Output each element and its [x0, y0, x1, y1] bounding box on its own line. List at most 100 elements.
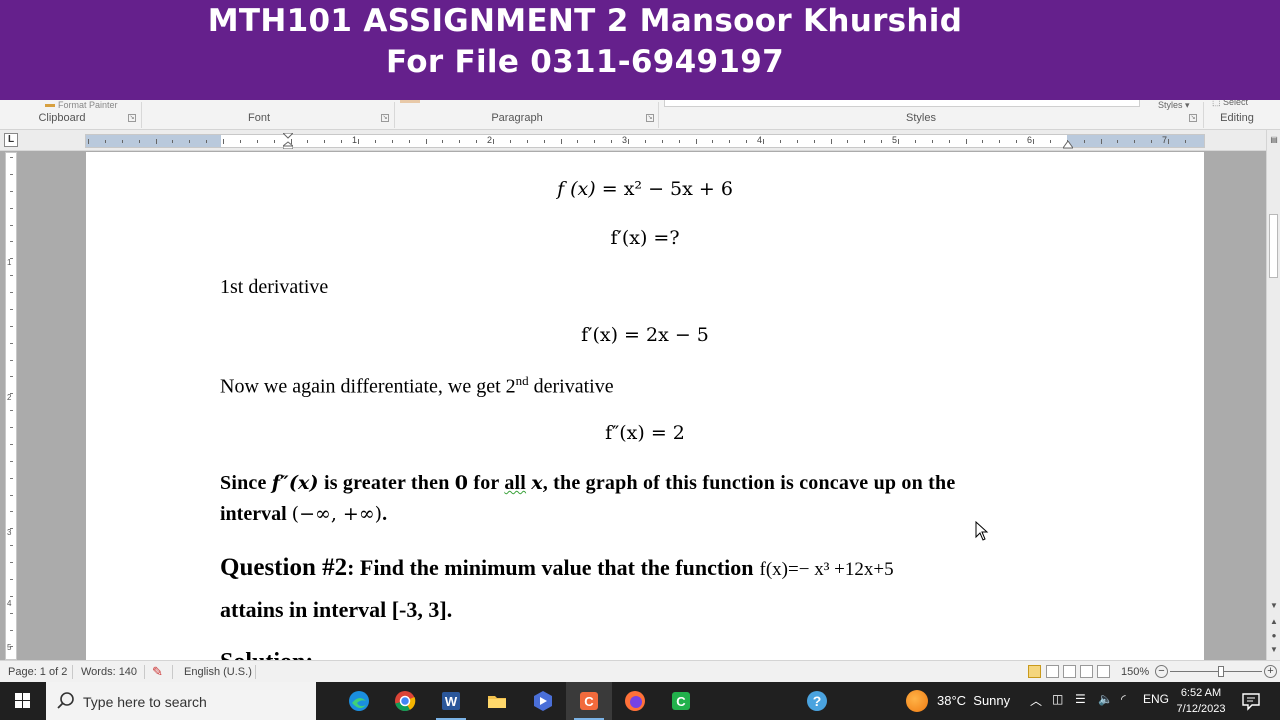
select-browse-object-icon[interactable]: ●: [1268, 630, 1280, 642]
ruler-tick: [560, 139, 562, 144]
windows-taskbar: Type here to search W C C ? 38°C Sunny ︿…: [0, 682, 1280, 720]
vruler-tick: [10, 545, 13, 547]
network-icon[interactable]: ☰: [1075, 692, 1086, 706]
word-count[interactable]: Words: 140: [81, 666, 137, 678]
zoom-in-icon[interactable]: +: [1264, 665, 1277, 678]
question-function: f(x)=− x³ +12x+5: [759, 559, 894, 580]
taskbar-file-explorer[interactable]: [474, 682, 520, 720]
clipboard-launcher-icon[interactable]: ↘: [128, 114, 136, 122]
volume-icon[interactable]: 🔈: [1098, 692, 1113, 706]
vruler-number: 3: [7, 528, 12, 537]
taskbar-help[interactable]: ?: [794, 682, 840, 720]
notification-center-icon[interactable]: [1240, 691, 1262, 711]
mouse-cursor-icon: [975, 521, 989, 541]
ruler-number: 4: [757, 135, 763, 145]
ruler-tick: [509, 140, 511, 143]
vruler-tick: [10, 443, 13, 445]
status-divider: [172, 665, 173, 679]
equation-rhs: = x² − 5x + 6: [601, 178, 733, 200]
outline-view-button[interactable]: [1080, 665, 1093, 678]
draft-view-button[interactable]: [1097, 665, 1110, 678]
next-page-icon[interactable]: ▼: [1268, 644, 1280, 656]
first-line-indent-marker[interactable]: [283, 133, 293, 149]
page-count[interactable]: Page: 1 of 2: [8, 666, 67, 678]
spellcheck-word-all[interactable]: all: [504, 472, 526, 494]
zoom-slider-track[interactable]: [1170, 671, 1262, 672]
show-hidden-icons-chevron-icon[interactable]: ︿: [1030, 692, 1042, 709]
ruler-tick: [830, 139, 832, 144]
styles-launcher-icon[interactable]: ↘: [1189, 114, 1197, 122]
vertical-scrollbar[interactable]: ▤ ▼ ▲ ● ▼: [1266, 130, 1280, 660]
text-span: , the graph of this function is concave …: [542, 472, 956, 494]
ruler-tick: [138, 140, 140, 143]
clock-date: 7/12/2023: [1176, 703, 1226, 715]
windows-start-icon[interactable]: [0, 682, 46, 720]
taskbar-search-box[interactable]: Type here to search: [46, 682, 316, 720]
taskbar-editor[interactable]: C: [658, 682, 704, 720]
change-styles-button[interactable]: Styles ▾: [1158, 100, 1190, 111]
vruler-tick: [10, 157, 13, 158]
vruler-tick: [10, 325, 13, 327]
taskbar-app-blue[interactable]: [520, 682, 566, 720]
scrollbar-thumb[interactable]: [1269, 214, 1278, 278]
taskbar-word[interactable]: W: [428, 682, 474, 720]
status-divider: [255, 665, 256, 679]
zoom-level[interactable]: 150%: [1121, 666, 1149, 678]
vruler-tick: [10, 511, 13, 513]
question-label: Question #2: [220, 554, 348, 581]
weather-widget[interactable]: 38°C Sunny: [937, 693, 1010, 708]
sun-icon[interactable]: [906, 690, 928, 712]
ruler-tick: [864, 140, 866, 143]
f-double-prime: f″(x): [271, 472, 319, 494]
question-2-line-2: attains in interval [-3, 3].: [220, 597, 453, 622]
ruler-tick: [273, 140, 275, 143]
ruler-tick: [1134, 140, 1136, 143]
ruler-tick: [88, 139, 89, 144]
taskbar-chrome[interactable]: [382, 682, 428, 720]
vruler-tick: [10, 241, 13, 243]
vertical-ruler[interactable]: 1 2 3 4 5: [5, 152, 17, 660]
paragraph-launcher-icon[interactable]: ↘: [646, 114, 654, 122]
scroll-down-arrow-icon[interactable]: ▼: [1268, 600, 1280, 612]
ruler-tick: [813, 140, 815, 143]
equation-f-prime-question: f′(x) =?: [610, 227, 680, 249]
taskbar-edge[interactable]: [336, 682, 382, 720]
view-ruler-icon[interactable]: ▤: [1268, 134, 1280, 146]
wifi-icon[interactable]: ◜: [1121, 692, 1126, 706]
camera-icon[interactable]: ◫: [1052, 692, 1063, 706]
full-screen-reading-view-button[interactable]: [1046, 665, 1059, 678]
ruler-tick: [341, 140, 343, 143]
zoom-slider-thumb[interactable]: [1218, 666, 1224, 677]
format-painter-label: Format Painter: [58, 100, 118, 110]
horizontal-ruler[interactable]: 1 2 3 4 5 6 7: [85, 133, 1205, 149]
format-painter-button[interactable]: Format Painter: [45, 100, 118, 110]
system-clock[interactable]: 6:52 AM 7/12/2023: [1170, 685, 1232, 717]
ruler-tick: [931, 140, 933, 143]
ruler-tick: [881, 140, 883, 143]
web-layout-view-button[interactable]: [1063, 665, 1076, 678]
ruler-tick: [644, 140, 646, 143]
document-page[interactable]: f (x) = x² − 5x + 6 f′(x) =? 1st derivat…: [86, 152, 1204, 660]
right-indent-marker[interactable]: [1063, 141, 1073, 149]
ruler-tick: [223, 139, 224, 144]
screen: MTH101 ASSIGNMENT 2 Mansoor Khurshid For…: [0, 0, 1280, 720]
ruler-tick: [729, 140, 731, 143]
styles-gallery[interactable]: [664, 100, 1140, 107]
previous-page-icon[interactable]: ▲: [1268, 616, 1280, 628]
print-layout-view-button[interactable]: [1028, 665, 1041, 678]
input-language[interactable]: ENG: [1143, 692, 1169, 706]
taskbar-firefox[interactable]: [612, 682, 658, 720]
language-indicator[interactable]: English (U.S.): [184, 666, 252, 678]
tab-selector-button[interactable]: L: [4, 133, 18, 147]
ruler-tick: [493, 139, 494, 144]
ruler-tick: [358, 139, 359, 144]
vruler-tick: [10, 629, 13, 631]
font-launcher-icon[interactable]: ↘: [381, 114, 389, 122]
ribbon: Format Painter Styles ▾ ⬚ Select Clipboa…: [0, 97, 1280, 130]
ruler-tick: [442, 140, 444, 143]
ruler-number: 1: [352, 135, 358, 145]
proofing-icon[interactable]: ✎: [152, 664, 163, 680]
vruler-tick: [10, 292, 13, 293]
zoom-out-icon[interactable]: −: [1155, 665, 1168, 678]
taskbar-recorder[interactable]: C: [566, 682, 612, 720]
